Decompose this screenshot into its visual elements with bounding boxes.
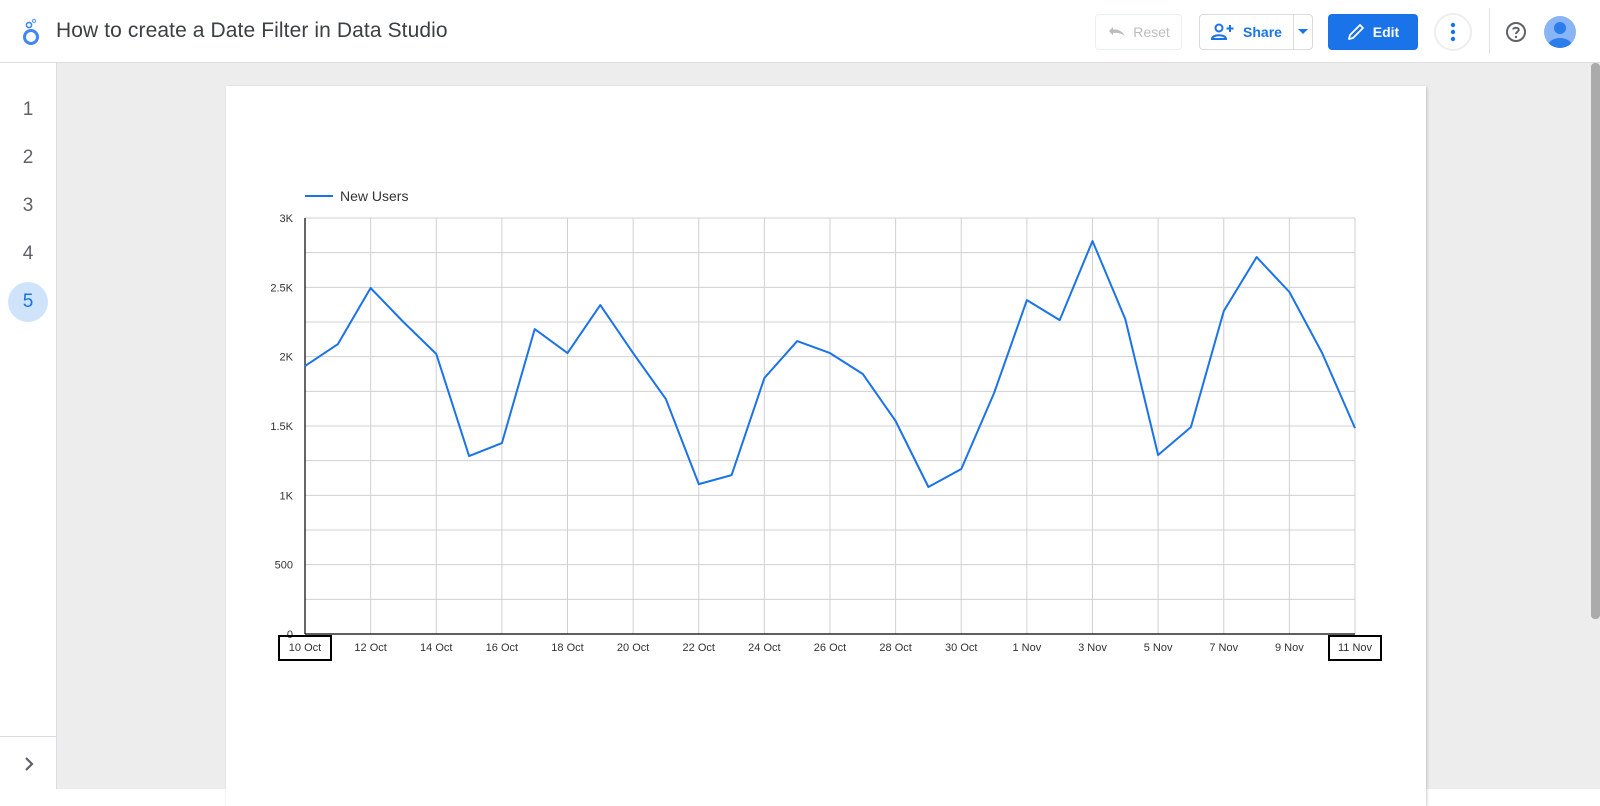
more-options-button[interactable]: [1434, 13, 1472, 51]
vertical-scrollbar[interactable]: [1591, 63, 1600, 619]
x-tick-label: 11 Nov: [1338, 642, 1373, 654]
x-tick-label: 1 Nov: [1013, 642, 1042, 654]
pencil-icon: [1347, 23, 1365, 41]
x-tick-label: 20 Oct: [617, 642, 649, 654]
time-series-chart[interactable]: 05001K1.5K2K2.5K3K 10 Oct12 Oct14 Oct16 …: [226, 86, 1426, 806]
top-bar: How to create a Date Filter in Data Stud…: [0, 0, 1600, 63]
reset-button[interactable]: Reset: [1095, 14, 1182, 50]
page-number: 4: [23, 243, 34, 265]
x-tick-label: 3 Nov: [1078, 642, 1107, 654]
edit-label: Edit: [1373, 24, 1399, 40]
y-tick-label: 1.5K: [270, 421, 293, 433]
person-add-icon: [1211, 23, 1235, 41]
looker-studio-logo-icon[interactable]: [20, 18, 42, 46]
sidebar-divider: [0, 736, 57, 737]
x-tick-label: 16 Oct: [486, 642, 518, 654]
person-icon: [1544, 16, 1576, 48]
x-tick-label: 26 Oct: [814, 642, 846, 654]
x-tick-label: 12 Oct: [354, 642, 386, 654]
y-axis-ticks: 05001K1.5K2K2.5K3K: [270, 213, 293, 641]
page-navigation-sidebar: 1 2 3 4 5: [0, 63, 57, 789]
more-vert-icon: [1450, 22, 1456, 42]
x-axis-ticks: 10 Oct 12 Oct 14 Oct 16 Oct 18 Oct 20 Oct 22 O…: [279, 636, 1381, 660]
report-title[interactable]: How to create a Date Filter in Data Stud…: [56, 19, 448, 43]
x-tick-label: 14 Oct: [420, 642, 452, 654]
caret-down-icon: [1298, 29, 1308, 35]
y-tick-label: 1K: [280, 490, 294, 502]
page-number: 1: [23, 99, 34, 121]
help-icon[interactable]: [1504, 20, 1528, 44]
page-nav-item[interactable]: 4: [8, 234, 48, 274]
chevron-right-icon[interactable]: [20, 755, 38, 773]
x-tick-label: 22 Oct: [683, 642, 715, 654]
x-tick-label: 24 Oct: [748, 642, 780, 654]
edit-button[interactable]: Edit: [1328, 14, 1418, 50]
page-nav-item-active[interactable]: 5: [8, 282, 48, 322]
page-nav-item[interactable]: 1: [8, 90, 48, 130]
chart-grid: [305, 218, 1355, 634]
legend-label: New Users: [340, 188, 408, 204]
toolbar-divider: [1489, 8, 1490, 54]
x-tick-label: 5 Nov: [1144, 642, 1173, 654]
page-number: 2: [23, 147, 34, 169]
page-number: 3: [23, 195, 34, 217]
share-label: Share: [1243, 24, 1282, 40]
y-tick-label: 2K: [280, 352, 294, 364]
page-number: 5: [23, 291, 34, 313]
chart-legend[interactable]: New Users: [305, 188, 408, 204]
report-page: 05001K1.5K2K2.5K3K 10 Oct12 Oct14 Oct16 …: [226, 86, 1426, 806]
undo-icon: [1107, 25, 1127, 39]
page-nav-item[interactable]: 3: [8, 186, 48, 226]
share-dropdown-button[interactable]: [1293, 14, 1313, 50]
x-tick-label: 18 Oct: [551, 642, 583, 654]
y-tick-label: 500: [275, 560, 293, 572]
y-tick-label: 2.5K: [270, 282, 293, 294]
x-tick-label: 7 Nov: [1209, 642, 1238, 654]
page-nav-item[interactable]: 2: [8, 138, 48, 178]
reset-label: Reset: [1133, 24, 1170, 40]
share-button[interactable]: Share: [1199, 14, 1293, 50]
x-tick-label: 9 Nov: [1275, 642, 1304, 654]
x-tick-label: 28 Oct: [879, 642, 911, 654]
x-tick-label: 10 Oct: [289, 642, 321, 654]
account-avatar[interactable]: [1544, 16, 1576, 48]
y-tick-label: 3K: [280, 213, 294, 225]
x-tick-label: 30 Oct: [945, 642, 977, 654]
